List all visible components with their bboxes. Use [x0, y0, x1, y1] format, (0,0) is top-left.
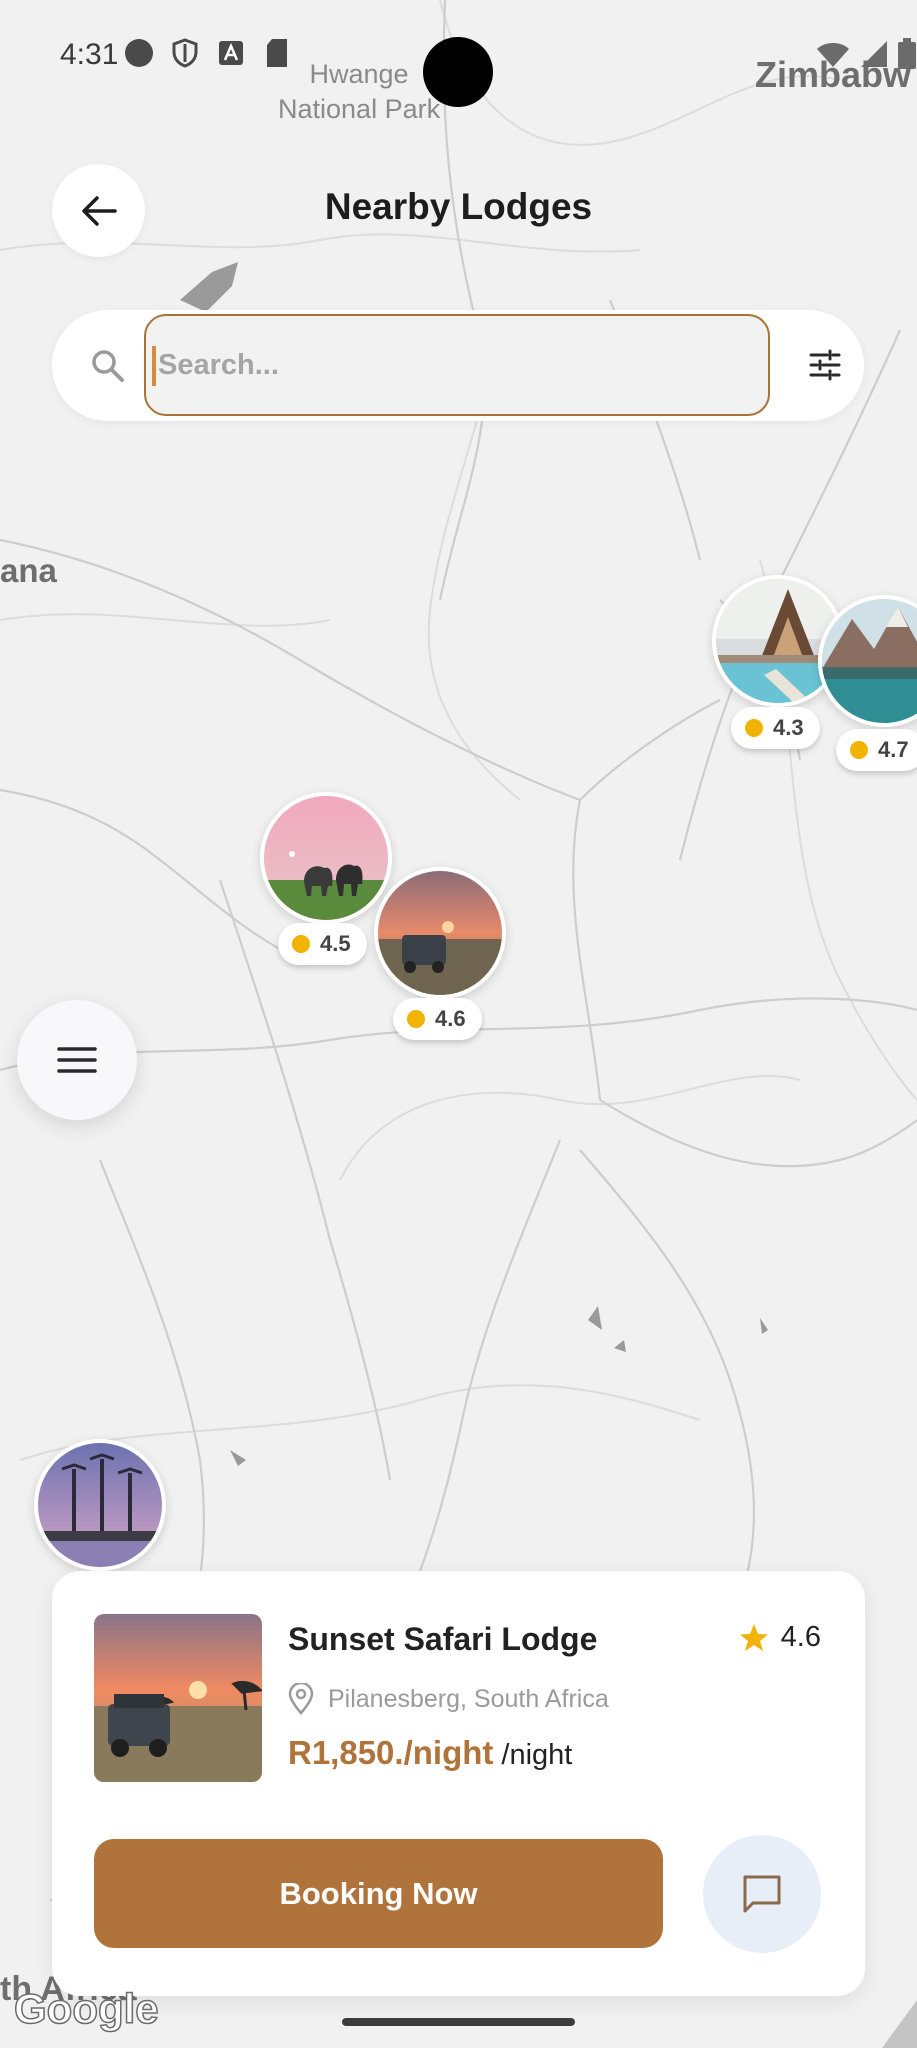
menu-button[interactable]	[17, 1000, 137, 1120]
rating-value: 4.6	[435, 1006, 466, 1031]
rating-badge: 4.3	[731, 707, 820, 749]
shield-icon	[170, 38, 200, 68]
safari-jeep-sunset-image	[94, 1614, 262, 1782]
status-time: 4:31	[60, 38, 119, 71]
menu-icon	[57, 1047, 97, 1073]
page-title: Nearby Lodges	[324, 186, 593, 227]
star-dot-icon	[407, 1010, 425, 1028]
rating-badge: 4.5	[278, 923, 367, 965]
lodge-name: Sunset Safari Lodge	[288, 1621, 598, 1657]
chat-icon	[743, 1875, 781, 1913]
lodge-location: Pilanesberg, South Africa	[288, 1683, 609, 1715]
palm-resort-image	[38, 1443, 162, 1567]
search-input[interactable]	[144, 314, 770, 416]
rating-value: 4.5	[320, 931, 351, 956]
text-cursor	[152, 346, 156, 386]
lodge-rating: 4.6	[739, 1621, 821, 1654]
battery-icon	[897, 38, 917, 75]
lodge-location-text: Pilanesberg, South Africa	[328, 1684, 609, 1713]
wifi-icon	[815, 39, 851, 74]
home-indicator[interactable]	[342, 2018, 575, 2026]
lodge-marker-photo	[818, 595, 917, 727]
circle-icon	[124, 38, 154, 68]
elephants-pink-sky-image	[264, 796, 388, 920]
location-pin-icon	[288, 1683, 314, 1715]
lodge-marker-photo	[34, 1439, 166, 1571]
lodge-price: R1,850./night /night	[288, 1734, 572, 1772]
sliders-icon	[809, 349, 841, 381]
status-bar: 4:31	[0, 0, 917, 110]
star-dot-icon	[850, 741, 868, 759]
lodge-marker-photo	[374, 867, 506, 999]
status-right-icons	[815, 38, 917, 75]
star-dot-icon	[745, 719, 763, 737]
lodge-marker[interactable]	[34, 1439, 166, 1571]
lodge-rating-value: 4.6	[780, 1621, 821, 1653]
lodge-card[interactable]: Sunset Safari Lodge 4.6 Pilanesberg, Sou…	[52, 1571, 865, 1996]
rating-badge: 4.7	[836, 729, 917, 771]
star-dot-icon	[292, 935, 310, 953]
sd-card-icon	[262, 38, 292, 68]
lodge-marker[interactable]	[260, 792, 392, 924]
rating-badge: 4.6	[393, 998, 482, 1040]
filter-button[interactable]	[794, 334, 856, 396]
search-icon	[92, 350, 124, 382]
rating-value: 4.3	[773, 715, 804, 740]
status-icons	[124, 38, 292, 68]
star-icon	[739, 1623, 768, 1651]
booking-now-button[interactable]: Booking Now	[94, 1839, 663, 1948]
price-amount: R1,850./night	[288, 1734, 494, 1771]
map-label-country-w: ana	[0, 552, 57, 589]
lodge-thumbnail	[94, 1614, 262, 1782]
chat-button[interactable]	[703, 1835, 821, 1953]
lodge-marker[interactable]	[374, 867, 506, 999]
text-a-icon	[216, 38, 246, 68]
lodge-marker[interactable]	[818, 595, 917, 727]
rating-value: 4.7	[878, 737, 909, 762]
front-camera	[423, 37, 493, 107]
lake-mountains-image	[822, 599, 917, 723]
google-attribution: Google	[13, 1984, 159, 2033]
search-bar	[52, 310, 864, 421]
lodge-marker-photo	[260, 792, 392, 924]
signal-icon	[859, 39, 889, 74]
price-unit: /night	[501, 1739, 573, 1771]
safari-jeep-sunset-image	[378, 871, 502, 995]
